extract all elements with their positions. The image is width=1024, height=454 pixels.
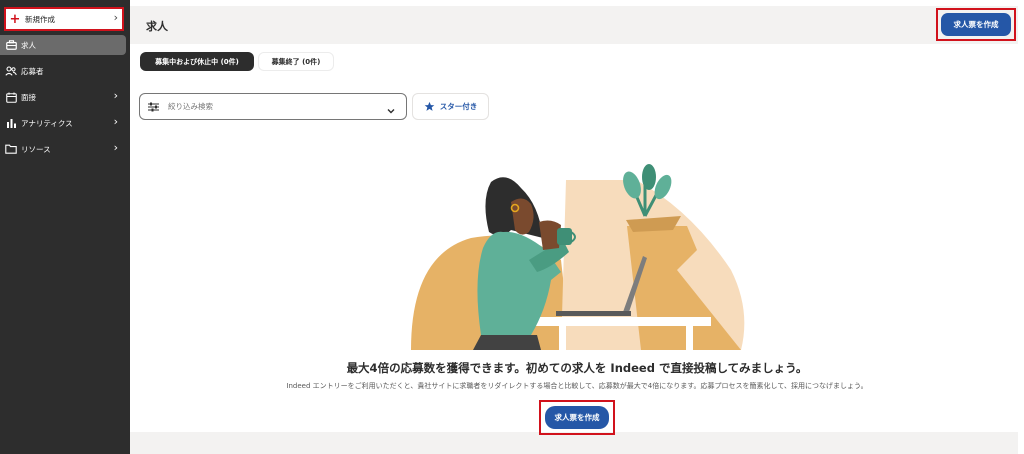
filter-search-input[interactable]	[166, 101, 370, 112]
sidebar-item-interviews[interactable]: 面接 ›	[0, 87, 128, 107]
sidebar-item-applicants[interactable]: 応募者	[0, 61, 128, 81]
bar-chart-icon	[3, 118, 19, 128]
sidebar-item-label: リソース	[21, 144, 51, 154]
filter-sliders-icon	[148, 102, 160, 112]
empty-state-subtitle: Indeed エントリーをご利用いただくと、貴社サイトに求職者をリダイレクトする…	[286, 382, 868, 390]
sidebar-item-jobs[interactable]: 求人	[0, 35, 126, 55]
sidebar-item-label: 求人	[21, 40, 36, 50]
tab-closed[interactable]: 募集終了 (0件)	[258, 52, 334, 71]
plus-icon: +	[9, 11, 21, 27]
chevron-right-icon: ›	[113, 89, 118, 102]
create-job-button[interactable]: 求人票を作成	[941, 13, 1011, 36]
calendar-icon	[3, 92, 19, 103]
starred-filter-label: スター付き	[439, 102, 478, 111]
people-icon	[3, 66, 19, 76]
main-content: 求人 求人票を作成 募集中および休止中 (0件) 募集終了 (0件) スター付き	[130, 0, 1024, 454]
new-create-button[interactable]: + 新規作成 ›	[4, 7, 124, 31]
page-header: 求人 求人票を作成	[130, 6, 1018, 44]
folder-icon	[3, 144, 19, 154]
sidebar: + 新規作成 › 求人 応募者 面接 › アナリティクス › リソース ›	[0, 0, 130, 454]
star-icon	[424, 101, 435, 112]
starred-filter-button[interactable]: スター付き	[412, 93, 489, 120]
chevron-right-icon: ›	[113, 11, 118, 24]
chevron-down-icon	[386, 101, 396, 120]
sidebar-item-label: アナリティクス	[21, 118, 73, 128]
filter-search[interactable]	[139, 93, 407, 120]
highlight-box: 求人票を作成	[936, 8, 1016, 41]
briefcase-icon	[3, 40, 19, 50]
sidebar-item-label: 応募者	[21, 66, 44, 76]
new-create-label: 新規作成	[25, 14, 55, 24]
sidebar-item-analytics[interactable]: アナリティクス ›	[0, 113, 128, 133]
highlight-box: 求人票を作成	[539, 400, 615, 435]
sidebar-item-label: 面接	[21, 92, 36, 102]
empty-state-title: 最大4倍の応募数を獲得できます。初めての求人を Indeed で直接投稿してみま…	[346, 361, 808, 375]
empty-state-illustration	[411, 164, 745, 350]
page-title: 求人	[146, 20, 168, 33]
chevron-right-icon: ›	[113, 115, 118, 128]
tab-open-paused[interactable]: 募集中および休止中 (0件)	[140, 52, 254, 71]
sidebar-item-resources[interactable]: リソース ›	[0, 139, 128, 159]
chevron-right-icon: ›	[113, 141, 118, 154]
footer-strip	[130, 432, 1018, 454]
create-job-button-empty-state[interactable]: 求人票を作成	[545, 406, 609, 429]
